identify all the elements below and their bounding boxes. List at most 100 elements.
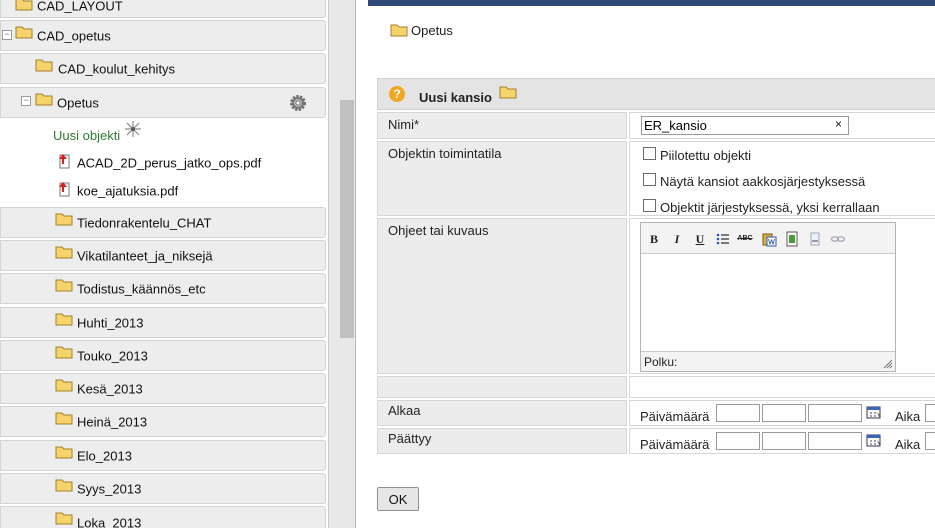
folder-icon (35, 59, 53, 72)
end-year-input[interactable] (808, 432, 862, 450)
end-time-input[interactable] (925, 432, 935, 450)
pdf-file-icon (59, 182, 70, 197)
folder-icon (55, 213, 73, 226)
tree-item-huhti[interactable]: Huhti_2013 (0, 307, 326, 338)
end-label: Päättyy (388, 431, 432, 446)
strikethrough-button[interactable]: ABC (737, 231, 753, 247)
empty-value-cell (629, 376, 935, 398)
gear-icon[interactable] (289, 94, 307, 112)
tree-item-label: Huhti_2013 (77, 315, 144, 330)
tree-item-tiedonrakentelu[interactable]: Tiedonrakentelu_CHAT (0, 207, 326, 238)
underline-button[interactable]: U (692, 231, 708, 247)
end-date-cell: Päivämäärä Aika (629, 428, 935, 454)
start-label: Alkaa (388, 403, 421, 418)
folder-icon (35, 93, 53, 106)
description-editor-cell: B I U ABC Polku: (629, 218, 935, 374)
start-time-input[interactable] (925, 404, 935, 422)
tree-item-label: Tiedonrakentelu_CHAT (77, 215, 212, 230)
start-year-input[interactable] (808, 404, 862, 422)
folder-icon (55, 412, 73, 425)
unlink-disabled-icon[interactable] (830, 231, 846, 247)
name-input-cell: × (629, 112, 935, 139)
start-day-input[interactable] (716, 404, 760, 422)
tree-item-loka[interactable]: Loka_2013 (0, 506, 326, 528)
folder-icon (15, 0, 33, 11)
calendar-icon[interactable] (866, 405, 882, 419)
calendar-icon[interactable] (866, 433, 882, 447)
tree-item-label: koe_ajatuksia.pdf (77, 183, 179, 199)
help-icon[interactable]: ? (389, 86, 405, 102)
tree-item-todistus[interactable]: Todistus_käännös_etc (0, 273, 326, 304)
tree-item-kesa[interactable]: Kesä_2013 (0, 373, 326, 404)
tree-item-label: ACAD_2D_perus_jatko_ops.pdf (77, 155, 262, 171)
top-bar (368, 0, 935, 6)
tree-item-cad-opetus[interactable]: − CAD_opetus (0, 20, 326, 51)
end-day-input[interactable] (716, 432, 760, 450)
hidden-object-label: Piilotettu objekti (660, 148, 752, 163)
ok-button[interactable]: OK (377, 487, 419, 511)
alphabetical-checkbox[interactable] (643, 173, 656, 186)
folder-icon (55, 279, 73, 292)
tree-item-syys[interactable]: Syys_2013 (0, 473, 326, 504)
alphabetical-label: Näytä kansiot aakkosjärjestyksessä (660, 174, 866, 189)
tree-item-new-object[interactable]: Uusi objekti (0, 121, 326, 147)
tree-item-label: Loka_2013 (77, 515, 142, 528)
bold-button[interactable]: B (646, 231, 662, 247)
italic-button[interactable]: I (669, 231, 685, 247)
folder-icon (55, 313, 73, 326)
description-label: Ohjeet tai kuvaus (388, 223, 489, 238)
tree-item-opetus[interactable]: − Opetus (0, 87, 326, 118)
tree-item-label: CAD_koulut_kehitys (58, 61, 176, 76)
folder-icon (15, 26, 33, 39)
insert-link-disabled-icon[interactable] (807, 231, 823, 247)
tree-item-vikatilanteet[interactable]: Vikatilanteet_ja_niksejä (0, 240, 326, 271)
hidden-object-checkbox[interactable] (643, 147, 656, 160)
start-time-label: Aika (895, 409, 921, 424)
folder-tree: CAD_LAYOUT − CAD_opetus CAD_koulut_kehit… (0, 0, 328, 528)
end-time-label: Aika (895, 437, 921, 452)
folder-icon (390, 24, 408, 37)
name-input[interactable] (641, 116, 849, 135)
sequential-checkbox[interactable] (643, 199, 656, 212)
mode-label: Objektin toimintatila (388, 146, 502, 161)
end-month-input[interactable] (762, 432, 806, 450)
folder-icon (55, 379, 73, 392)
bullet-list-icon[interactable] (715, 231, 731, 247)
collapse-toggle-icon[interactable]: − (2, 30, 12, 40)
folder-icon (55, 479, 73, 492)
end-label-cell: Päättyy (377, 428, 627, 454)
form-panel: Opetus ? Uusi kansio Nimi* × Objektin to… (355, 0, 935, 528)
new-object-link[interactable]: Uusi objekti (53, 128, 120, 143)
tree-item-pdf-acad[interactable]: ACAD_2D_perus_jatko_ops.pdf (0, 150, 326, 174)
tree-item-elo[interactable]: Elo_2013 (0, 440, 326, 471)
tree-item-cad-layout[interactable]: CAD_LAYOUT (0, 0, 326, 18)
name-label-cell: Nimi* (377, 112, 627, 139)
breadcrumb-label: Opetus (411, 23, 453, 38)
tree-item-pdf-koe[interactable]: koe_ajatuksia.pdf (0, 178, 326, 202)
sequential-label: Objektit järjestyksessä, yksi kerrallaan (660, 200, 880, 215)
start-label-cell: Alkaa (377, 400, 627, 426)
tree-item-touko[interactable]: Touko_2013 (0, 340, 326, 371)
insert-image-icon[interactable] (784, 231, 800, 247)
tree-item-heina[interactable]: Heinä_2013 (0, 406, 326, 437)
folder-icon (55, 512, 73, 525)
tree-item-label: Opetus (57, 95, 99, 110)
mode-options-cell: Piilotettu objekti Näytä kansiot aakkosj… (629, 141, 935, 216)
resize-handle-icon[interactable] (883, 359, 893, 369)
folder-icon (55, 246, 73, 259)
description-label-cell: Ohjeet tai kuvaus (377, 218, 627, 374)
tree-item-label: Syys_2013 (77, 481, 142, 496)
breadcrumb[interactable]: Opetus (390, 20, 453, 38)
clear-input-icon[interactable]: × (835, 117, 842, 131)
tree-item-label: Vikatilanteet_ja_niksejä (77, 248, 213, 263)
tree-scrollbar-thumb[interactable] (340, 100, 354, 338)
start-date-cell: Päivämäärä Aika (629, 400, 935, 426)
paste-word-icon[interactable] (761, 231, 777, 247)
form-title: Uusi kansio (419, 90, 492, 105)
tree-item-label: Touko_2013 (77, 348, 148, 363)
start-month-input[interactable] (762, 404, 806, 422)
collapse-toggle-icon[interactable]: − (21, 96, 31, 106)
tree-item-cad-koulut-kehitys[interactable]: CAD_koulut_kehitys (0, 53, 326, 84)
rich-text-editor[interactable]: B I U ABC Polku: (640, 222, 896, 372)
editor-toolbar: B I U ABC (641, 223, 895, 254)
